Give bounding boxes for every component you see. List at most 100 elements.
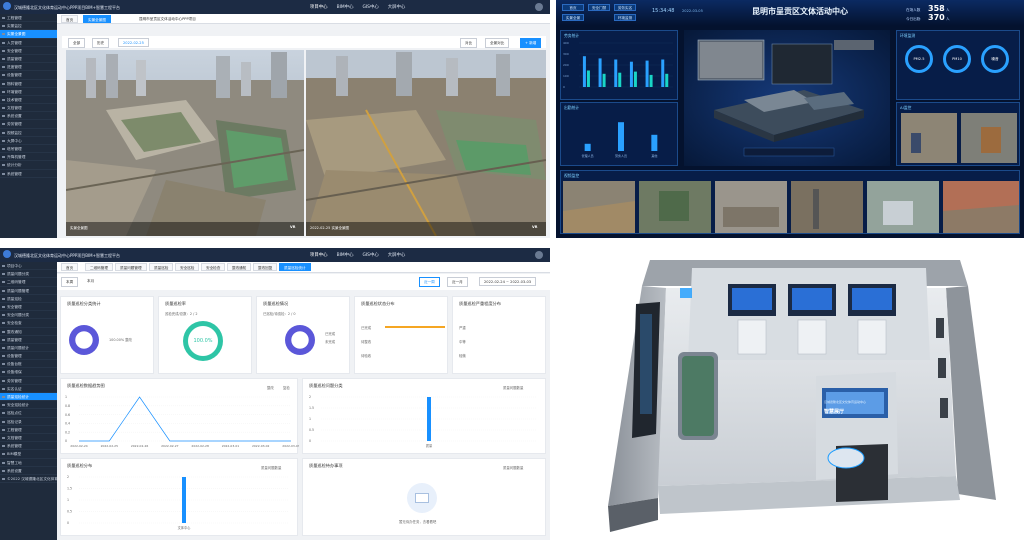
empty-state-text: 暂无待办任务，去看看吧 [399, 520, 437, 524]
dash-btn-security[interactable]: 安全门禁 [588, 4, 610, 11]
sidebar-item[interactable]: 实名认证 [0, 385, 57, 393]
sidebar-item[interactable]: 整改通知 [0, 328, 57, 336]
sidebar-item[interactable]: 工程管理 [0, 426, 57, 434]
sidebar-item[interactable]: 劳务管理 [0, 377, 57, 385]
filter-week-button[interactable]: 本周 [61, 277, 79, 287]
sidebar-item[interactable]: 升降机管理 [0, 153, 57, 162]
nav-project-center[interactable]: 项目中心 [310, 252, 328, 258]
sidebar-item[interactable]: 设备管理 [0, 352, 57, 361]
tab-home[interactable]: 首页 [61, 15, 79, 23]
nav-gis-center[interactable]: GIS中心 [362, 252, 378, 258]
sidebar-item[interactable]: 质量巡检 [0, 295, 57, 303]
sidebar-item[interactable]: 质量问题分类 [0, 270, 57, 279]
date-range-picker[interactable]: 2022-02-24 ~ 2022-03-03 [479, 277, 537, 286]
sidebar-item[interactable]: 文档管理 [0, 434, 57, 443]
nav-project-center[interactable]: 项目中心 [310, 4, 328, 10]
tab-item[interactable]: 安全检查 [201, 263, 226, 271]
add-button[interactable]: + 新增 [520, 38, 542, 48]
y-tick-label: 300 [563, 52, 569, 56]
tab-item[interactable]: 整改回复 [253, 263, 278, 271]
tab-item[interactable]: 安全巡检 [175, 263, 200, 271]
sidebar-item[interactable]: 安全问题分类 [0, 311, 57, 320]
sidebar-item[interactable]: 人员管理 [0, 39, 57, 47]
tab-panorama[interactable]: 实景全景图 [83, 15, 111, 23]
sidebar-item[interactable]: 系统管理 [0, 442, 57, 451]
sidebar-item[interactable]: 质量管理 [0, 336, 57, 344]
sidebar-item[interactable]: 二维码管理 [0, 278, 57, 287]
sidebar-item[interactable]: 文档管理 [0, 104, 57, 113]
tab-item[interactable]: 质量巡检统计 [279, 263, 311, 271]
sidebar-item[interactable]: 质量问题管理 [0, 287, 57, 295]
sidebar-item[interactable]: 技术管理 [0, 96, 57, 105]
sidebar-item[interactable]: ©2022 汉城德隆北区文化体育 [0, 475, 57, 484]
filter-month-button[interactable]: 本月 [83, 277, 99, 285]
vr-left-button[interactable]: VR [290, 225, 295, 229]
project-selector[interactable]: 昆明市呈贡区文体活动中心PPP项目 [135, 15, 200, 23]
sidebar-item[interactable]: 统计分析 [0, 161, 57, 170]
filter-history-button[interactable]: 历史 [92, 38, 110, 48]
tab-item[interactable]: 质量巡检 [149, 263, 174, 271]
sidebar-item[interactable]: 进度管理 [0, 63, 57, 72]
sidebar-item[interactable]: 实景全景图 [0, 30, 57, 39]
sidebar-item[interactable]: 安全管理 [0, 303, 57, 312]
y-tick-label: 0 [67, 521, 69, 525]
vr-right-button[interactable]: VR [532, 225, 537, 229]
sidebar-item[interactable]: 物料管理 [0, 80, 57, 88]
ai-monitor-title: AI监控 [900, 105, 912, 110]
filter-all-button[interactable]: 全部 [68, 38, 86, 48]
sidebar-item[interactable]: 质量管理 [0, 55, 57, 64]
sidebar-item[interactable]: 设备维保 [0, 368, 57, 377]
sidebar-item[interactable]: 系统管理 [0, 170, 57, 178]
nav-bim-center[interactable]: BIM中心 [337, 4, 354, 10]
tab-item[interactable]: 首页 [61, 263, 79, 271]
sidebar-item[interactable]: 大屏中心 [0, 137, 57, 145]
range-month-button[interactable]: 近一月 [447, 277, 468, 287]
sidebar-item[interactable]: 安全管理 [0, 47, 57, 55]
sidebar-item[interactable]: 巡检记录 [0, 418, 57, 426]
video-thumbnails[interactable] [563, 181, 1019, 233]
dash-btn-labor[interactable]: 劳务实名 [614, 4, 636, 11]
sidebar-item[interactable]: 设备管理 [0, 71, 57, 80]
env-monitor-title: 环境监测 [900, 33, 916, 38]
sidebar-item[interactable]: 劳务管理 [0, 120, 57, 129]
status-bar-1 [385, 326, 445, 328]
nav-gis-center[interactable]: GIS中心 [362, 4, 378, 10]
sidebar-item[interactable]: 系统设置 [0, 467, 57, 475]
nav-bim-center[interactable]: BIM中心 [337, 252, 354, 258]
panorama-right[interactable]: 2022-02-25 实景全景图 VR [306, 50, 546, 236]
panorama-compare-button[interactable]: 全景对比 [485, 38, 510, 48]
sidebar-item[interactable]: 设备台账 [0, 360, 57, 369]
sidebar-item[interactable]: 系统设置 [0, 112, 57, 121]
tab-item[interactable]: 二维码管理 [85, 263, 113, 271]
date-picker[interactable]: 2022-02-25 [118, 38, 149, 47]
bar [582, 56, 586, 87]
range-week-button[interactable]: 近一周 [419, 277, 440, 287]
tab-item[interactable]: 整改通知 [227, 263, 252, 271]
nav-screen-center[interactable]: 大屏中心 [388, 4, 406, 10]
sidebar-item[interactable]: 塔吊管理 [0, 145, 57, 154]
sidebar-item[interactable]: 质量巡检统计 [0, 393, 57, 402]
dash-btn-home[interactable]: 首页 [562, 4, 584, 11]
panorama-left[interactable]: 实景全景图 VR [66, 50, 304, 236]
sidebar-item[interactable]: 视频监控 [0, 129, 57, 137]
hall-screen-label: 智慧展厅 [824, 409, 845, 415]
compare-button[interactable]: 对比 [460, 38, 478, 48]
sidebar-item[interactable]: 工程管理 [0, 14, 57, 23]
bim-model-view[interactable] [684, 30, 890, 166]
sidebar-item[interactable]: 实景监控 [0, 22, 57, 31]
avatar[interactable] [535, 251, 543, 259]
sidebar-item[interactable]: 安全巡检统计 [0, 401, 57, 410]
tab-item[interactable]: 质量问题管理 [115, 263, 147, 271]
ai-monitor-box: AI监控 [896, 102, 1020, 166]
sidebar-item[interactable]: 项目中心 [0, 262, 57, 271]
sidebar-item[interactable]: 安全检查 [0, 319, 57, 328]
sidebar-item[interactable]: 质量问题统计 [0, 344, 57, 353]
sidebar-item[interactable]: 巡检点位 [0, 409, 57, 418]
sidebar-item[interactable]: 环境管理 [0, 88, 57, 96]
nav-screen-center[interactable]: 大屏中心 [388, 252, 406, 258]
dash-btn-env[interactable]: 环境监测 [614, 14, 636, 21]
dash-btn-panorama[interactable]: 实景全景 [562, 14, 584, 21]
avatar[interactable] [535, 3, 543, 11]
sidebar-item[interactable]: 智慧工地 [0, 459, 57, 467]
sidebar-item[interactable]: BIM模型 [0, 450, 57, 459]
